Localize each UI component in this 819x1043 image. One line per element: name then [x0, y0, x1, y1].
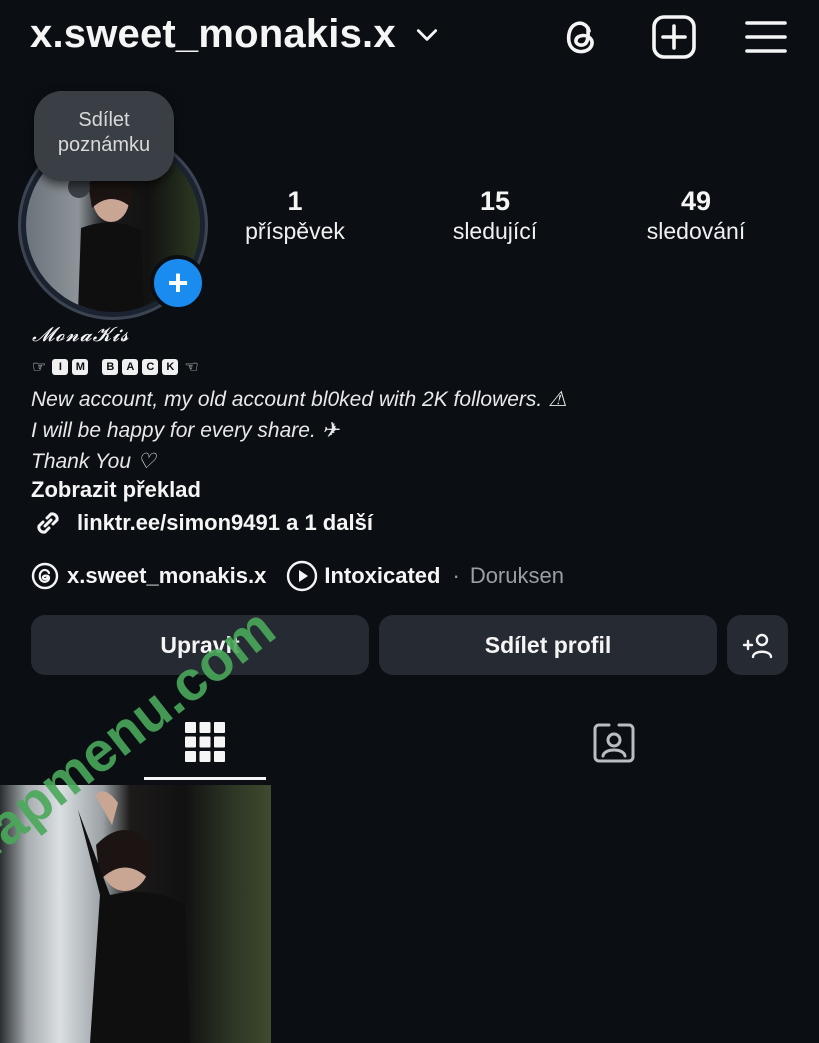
- menu-icon[interactable]: [741, 12, 791, 62]
- discover-people-button[interactable]: [727, 615, 788, 675]
- threads-badge[interactable]: x.sweet_monakis.x: [31, 562, 266, 590]
- tagged-icon[interactable]: [591, 719, 637, 765]
- threads-icon: [31, 562, 59, 590]
- play-circle-icon: [287, 560, 318, 592]
- bio-line-2: I will be happy for every share. ✈: [31, 419, 340, 442]
- profile-username[interactable]: x.sweet_monakis.x: [30, 12, 396, 57]
- letter-box: B: [102, 359, 119, 375]
- letter-box: M: [72, 359, 89, 375]
- active-tab-indicator: [144, 777, 266, 780]
- add-story-button[interactable]: +: [150, 255, 206, 311]
- plus-icon: +: [167, 262, 189, 303]
- song-title: Intoxicated: [324, 563, 441, 588]
- create-post-icon[interactable]: [649, 12, 699, 62]
- link-icon: [37, 512, 59, 534]
- bio-im-back-line: ☞ I M B A C K ☜: [32, 357, 199, 377]
- note-line-2: poznámku: [57, 134, 151, 156]
- stat-following[interactable]: 49 sledování: [606, 186, 786, 246]
- pointing-right-hand-icon: ☞: [32, 359, 47, 376]
- letter-box: I: [52, 359, 69, 375]
- letter-box: C: [142, 359, 159, 375]
- bio-link[interactable]: linktr.ee/simon9491 a 1 další: [31, 506, 373, 540]
- grid-icon[interactable]: [183, 720, 227, 764]
- bio-line-3: Thank You ♡: [31, 450, 156, 473]
- stat-posts[interactable]: 1 příspěvek: [205, 186, 385, 246]
- stat-following-count: 49: [680, 186, 712, 216]
- stat-posts-label: příspěvek: [245, 218, 345, 244]
- bio-line-1: New account, my old account bl0ked with …: [31, 388, 567, 411]
- profile-display-name: 𝓜𝓸𝓷𝓪𝓚𝓲𝓼: [32, 322, 130, 346]
- song-artist: Doruksen: [469, 563, 564, 588]
- letter-box: K: [162, 359, 179, 375]
- note-line-1: Sdílet: [78, 109, 130, 131]
- threads-handle: x.sweet_monakis.x: [67, 563, 267, 588]
- stat-followers-count: 15: [479, 186, 511, 216]
- show-translation-link[interactable]: Zobrazit překlad: [31, 477, 201, 503]
- song-separator: ·: [452, 563, 460, 588]
- letter-box: A: [122, 359, 139, 375]
- threads-icon[interactable]: [556, 12, 606, 62]
- profile-music[interactable]: Intoxicated · Doruksen: [286, 560, 564, 592]
- pointing-left-hand-icon: ☜: [184, 359, 199, 376]
- chevron-down-icon[interactable]: [414, 22, 440, 48]
- share-profile-button[interactable]: Sdílet profil: [379, 615, 717, 675]
- add-person-icon: [742, 633, 772, 659]
- profile-meta-row: x.sweet_monakis.x Intoxicated · Doruksen: [31, 560, 564, 592]
- share-note-bubble[interactable]: Sdílet poznámku: [34, 91, 174, 181]
- stat-following-label: sledování: [646, 218, 746, 244]
- stat-followers[interactable]: 15 sledující: [405, 186, 585, 246]
- stat-followers-label: sledující: [452, 218, 538, 244]
- bio-link-text: linktr.ee/simon9491 a 1 další: [77, 510, 373, 535]
- stat-posts-count: 1: [287, 186, 303, 216]
